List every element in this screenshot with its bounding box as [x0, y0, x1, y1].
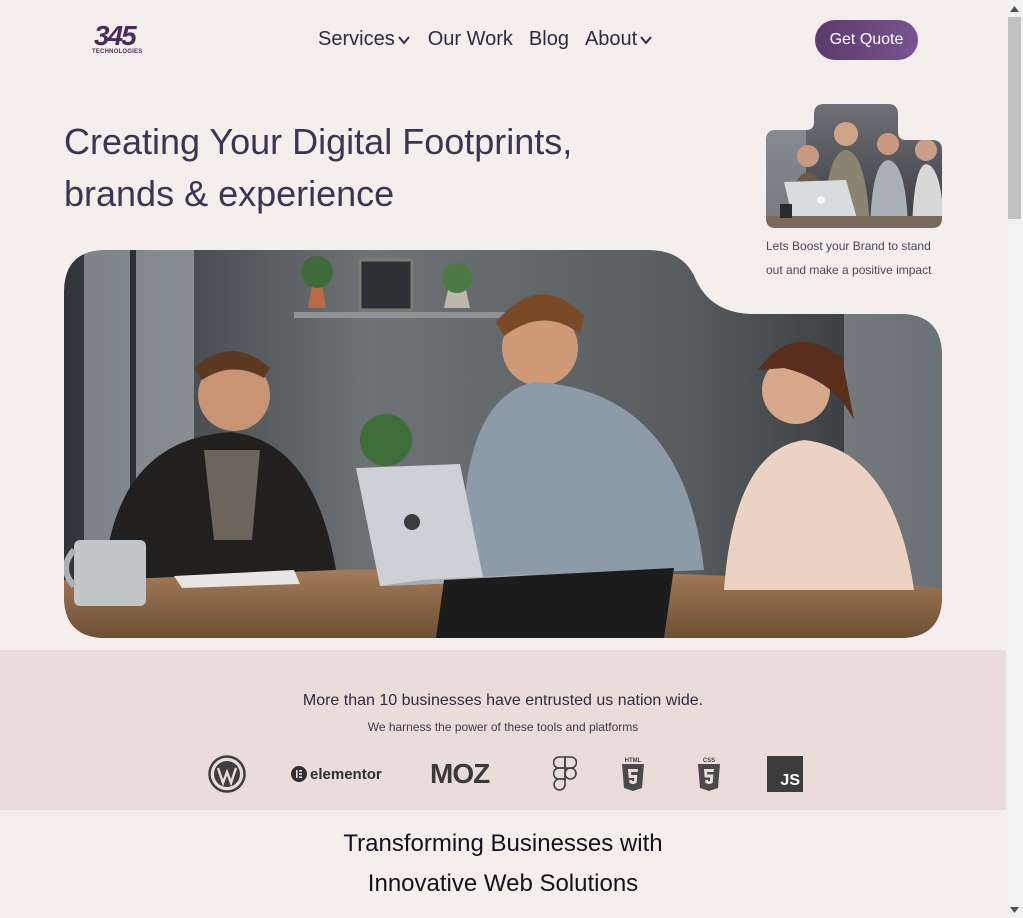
nav-item-about[interactable]: About	[585, 28, 654, 51]
css3-logo: CSS	[696, 754, 722, 794]
html5-icon: HTML	[622, 758, 644, 791]
trust-band: More than 10 businesses have entrusted u…	[0, 650, 1006, 810]
scroll-down-button[interactable]	[1006, 901, 1023, 918]
elementor-logo: elementor	[291, 754, 382, 794]
hero-photo	[64, 250, 942, 638]
chevron-down-icon	[397, 35, 410, 45]
brand-logo[interactable]: 345 TECHNOLOGIES	[92, 20, 148, 60]
javascript-logo: JS	[767, 754, 803, 794]
html5-logo: HTML	[620, 754, 646, 794]
get-quote-button[interactable]: Get Quote	[815, 20, 918, 60]
elementor-wordmark: elementor	[310, 765, 382, 783]
arrow-up-icon	[1010, 5, 1019, 12]
team-photo-small	[766, 104, 942, 228]
nav-label: Services	[318, 28, 395, 50]
nav-item-blog[interactable]: Blog	[529, 28, 569, 51]
scroll-up-button[interactable]	[1006, 0, 1023, 17]
javascript-icon: JS	[767, 756, 803, 792]
moz-wordmark: MOZ	[430, 758, 490, 789]
css3-label: CSS	[703, 758, 715, 764]
chevron-down-icon	[640, 35, 652, 45]
nav-label: About	[584, 28, 638, 50]
logo-subtitle: TECHNOLOGIES	[92, 49, 143, 55]
logo-number: 345	[94, 20, 137, 51]
nav-label: Our Work	[427, 28, 513, 50]
nav-item-services[interactable]: Services	[318, 28, 412, 51]
hero-title-line-1: Creating Your Digital Footprints,	[64, 121, 573, 162]
trust-subtitle: We harness the power of these tools and …	[367, 720, 639, 734]
main-nav: Services Our Work Blog About	[318, 28, 670, 51]
wordpress-logo	[208, 754, 246, 794]
section-title-line-2: Innovative Web Solutions	[367, 870, 639, 897]
scrollbar-thumb[interactable]	[1008, 17, 1021, 219]
nav-item-our-work[interactable]: Our Work	[428, 28, 513, 51]
javascript-label: JS	[780, 772, 800, 789]
nav-label: Blog	[528, 28, 569, 50]
moz-logo: MOZ	[430, 754, 490, 794]
section-title-line-1: Transforming Businesses with	[343, 830, 663, 857]
hero-title: Creating Your Digital Footprints, brands…	[64, 116, 624, 220]
arrow-down-icon	[1010, 906, 1019, 913]
trust-title: More than 10 businesses have entrusted u…	[302, 692, 704, 709]
page: 345 TECHNOLOGIES Services Our Work Blog …	[0, 0, 1006, 918]
figma-icon	[553, 756, 577, 791]
figma-logo	[553, 754, 577, 794]
wordpress-icon	[208, 755, 246, 793]
vertical-scrollbar[interactable]	[1006, 0, 1023, 918]
css3-icon: CSS	[698, 758, 720, 791]
section-title: Transforming Businesses with Innovative …	[0, 824, 1006, 904]
elementor-icon	[291, 766, 307, 782]
html5-label: HTML	[625, 758, 642, 764]
hero-title-line-2: brands & experience	[64, 173, 395, 214]
